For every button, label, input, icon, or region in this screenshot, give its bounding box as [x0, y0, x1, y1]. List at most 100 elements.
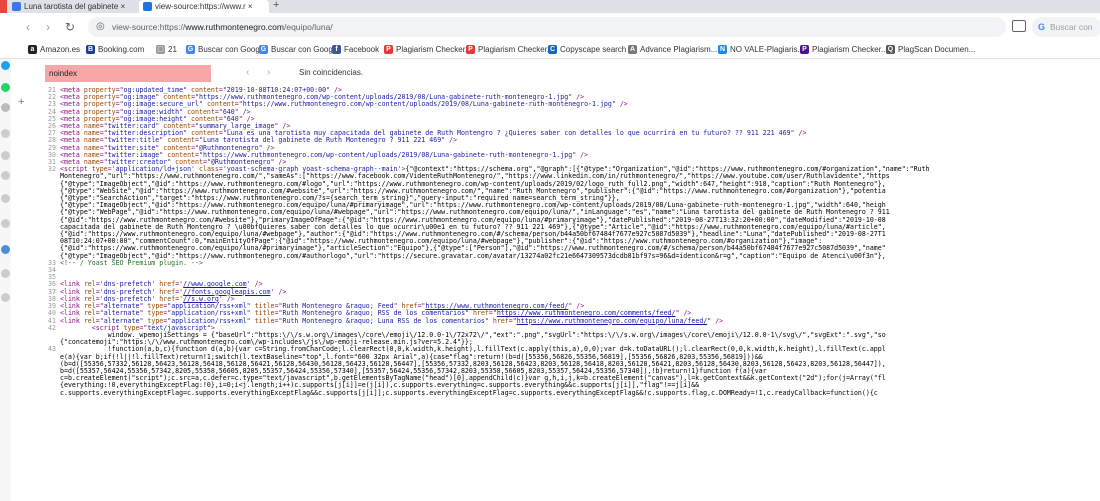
find-previous-icon[interactable]: ‹ — [246, 67, 249, 78]
page-favicon-icon — [143, 2, 152, 11]
tab-view-source[interactable]: view-source:https://www.r × — [139, 0, 269, 13]
snapshot-camera-icon[interactable] — [1012, 20, 1026, 32]
code-token: " /> — [790, 129, 807, 138]
line-number — [38, 209, 60, 216]
find-input[interactable] — [45, 65, 211, 82]
bookmark-label: Amazon.es — [40, 45, 81, 54]
bookmark-favicon-icon: N — [718, 45, 727, 54]
line-number — [38, 188, 60, 195]
source-line: c.supports.everythingExceptFlag=c.suppor… — [38, 388, 1100, 397]
bookmark-item[interactable]: ▢ 21 — [156, 41, 177, 58]
bookmark-item[interactable]: G Buscar con Google — [186, 41, 267, 58]
bookmark-item[interactable]: N NO VALE-Plagiaris... — [718, 41, 804, 58]
line-number — [38, 332, 60, 339]
bookmark-item[interactable]: A Advance Plagiarism... — [628, 41, 718, 58]
address-bar[interactable]: ◎ view-source:https://www.ruthmontenegro… — [88, 17, 1006, 37]
code-token: " /> — [611, 100, 628, 109]
code-token: " /> — [441, 136, 458, 145]
code-token: title — [254, 316, 275, 325]
line-number — [38, 245, 60, 252]
source-code-view: 21 <meta property="og:updated_time" conte… — [38, 87, 1100, 501]
bookmark-item[interactable]: P Plagiarism Checker... — [384, 41, 472, 58]
page-favicon-icon — [12, 2, 21, 11]
tab-title: view-source:https://www.r × — [155, 2, 253, 11]
line-number: 43 — [48, 345, 56, 354]
line-number — [38, 202, 60, 209]
bookmark-item[interactable]: B Booking.com — [86, 41, 145, 58]
search-box[interactable]: G Buscar con — [1032, 17, 1100, 37]
line-number — [38, 368, 60, 375]
opera-logo-icon[interactable] — [0, 0, 7, 13]
bookmark-item[interactable]: Q PlagScan Documen... — [886, 41, 975, 58]
telegram-icon[interactable] — [1, 103, 10, 112]
bookmark-label: 21 — [168, 45, 177, 54]
news-icon[interactable] — [1, 245, 10, 254]
bookmark-favicon-icon: ▢ — [156, 45, 165, 54]
bookmark-item[interactable]: C Copyscape search — [548, 41, 627, 58]
left-sidebar — [0, 59, 11, 501]
bookmark-label: Booking.com — [98, 45, 145, 54]
bookmark-favicon-icon: P — [384, 45, 393, 54]
bookmark-favicon-icon: G — [186, 45, 195, 54]
code-token: =" — [508, 316, 517, 325]
bookmark-favicon-icon: P — [800, 45, 809, 54]
google-icon: G — [1038, 22, 1046, 32]
tab-luna-tarotista[interactable]: Luna tarotista del gabinete × — [8, 0, 138, 13]
bookmark-item[interactable]: P Plagiarism Checker... — [466, 41, 554, 58]
line-number — [38, 181, 60, 188]
bookmark-label: Copyscape search — [560, 45, 627, 54]
whatsapp-icon[interactable] — [1, 83, 10, 92]
back-arrow-icon[interactable]: ‹ — [20, 19, 36, 35]
line-number — [38, 224, 60, 231]
bookmark-label: Buscar con Google — [198, 45, 267, 54]
forward-arrow-icon[interactable]: › — [40, 19, 56, 35]
globe-icon: ◎ — [96, 21, 105, 32]
bookmark-item[interactable]: P Plagiarism Checker... — [800, 41, 888, 58]
line-number: 42 — [48, 323, 56, 332]
bookmark-favicon-icon: B — [86, 45, 95, 54]
line-number — [38, 195, 60, 202]
code-token: c.supports.everythingExceptFlag=c.suppor… — [60, 388, 878, 397]
bookmark-label: Buscar con Google — [271, 45, 340, 54]
history-icon[interactable] — [1, 151, 10, 160]
code-token: " — [484, 316, 493, 325]
add-sidebar-item-button[interactable]: + — [18, 96, 24, 108]
bookmark-item[interactable]: G Buscar con Google — [259, 41, 340, 58]
bookmark-label: Advance Plagiarism... — [640, 45, 718, 54]
bookmark-item[interactable]: f Facebook — [332, 41, 380, 58]
find-next-icon[interactable]: › — [267, 67, 270, 78]
messenger-icon[interactable] — [1, 61, 10, 70]
extensions-icon[interactable] — [1, 269, 10, 278]
address-scheme: view-source:https:// — [112, 22, 186, 32]
downloads-icon[interactable] — [1, 219, 10, 228]
search-placeholder: Buscar con — [1050, 22, 1093, 32]
bookmark-label: Facebook — [344, 45, 380, 54]
line-number: 32 — [48, 165, 56, 174]
tab-title: Luna tarotista del gabinete × — [24, 2, 126, 11]
code-token: " /> — [707, 316, 724, 325]
new-tab-button[interactable]: + — [273, 0, 279, 11]
line-number — [38, 173, 60, 180]
code-token: ' /> — [270, 287, 287, 296]
search-icon[interactable] — [1, 129, 10, 138]
bookmark-label: Plagiarism Checker... — [396, 45, 472, 54]
line-number — [38, 375, 60, 382]
bookmarks-bar: a Amazon.es B Booking.com ▢ 21 G Buscar con Goo… — [0, 41, 1100, 59]
code-token: https://www.ruthmontenegro.com/wp-conten… — [242, 100, 612, 109]
bookmark-label: Plagiarism Checker... — [478, 45, 554, 54]
line-code: <!-- / Yoast SEO Premium plugin. --> — [60, 259, 203, 267]
browser-toolbar: ‹ › ↻ ◎ view-source:https://www.ruthmont… — [0, 13, 1100, 41]
address-host: www.ruthmontenegro.com — [185, 22, 284, 32]
line-number — [38, 238, 60, 245]
clock-icon[interactable] — [1, 293, 10, 302]
code-token: href — [492, 316, 509, 325]
source-link[interactable]: https://www.ruthmontenegro.com/equipo/lu… — [517, 317, 708, 325]
reload-icon[interactable]: ↻ — [62, 19, 78, 35]
bookmark-favicon-icon: a — [28, 45, 37, 54]
code-token: " — [246, 316, 255, 325]
line-number — [38, 382, 60, 389]
flow-icon[interactable] — [1, 194, 10, 203]
bookmark-item[interactable]: a Amazon.es — [28, 41, 81, 58]
bookmark-icon[interactable] — [1, 171, 10, 180]
bookmark-favicon-icon: f — [332, 45, 341, 54]
